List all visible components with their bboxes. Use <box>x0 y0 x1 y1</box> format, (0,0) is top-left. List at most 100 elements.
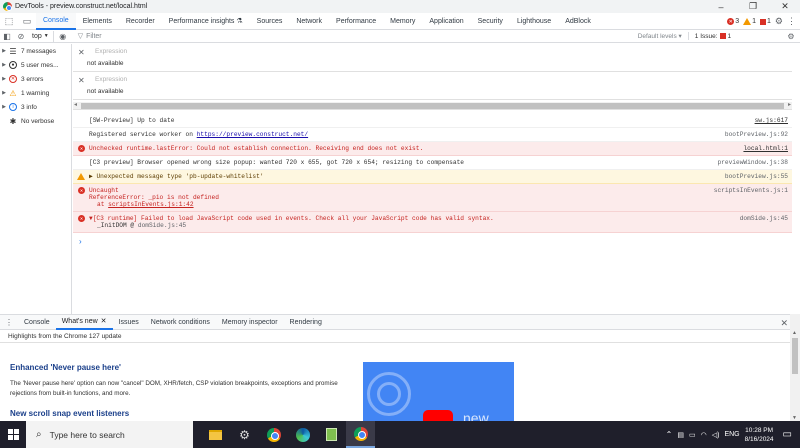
drawer-tab-rendering[interactable]: Rendering <box>284 315 328 330</box>
error-counter[interactable]: ✕ 3 <box>727 18 739 25</box>
tab-sources[interactable]: Sources <box>250 13 290 30</box>
message-source-link[interactable]: scriptsInEvents.js:1 <box>714 187 788 194</box>
tab-memory[interactable]: Memory <box>383 13 422 30</box>
message-source-link[interactable]: domSide.js:45 <box>740 215 788 222</box>
clear-console-icon[interactable]: ⊘ <box>14 30 28 43</box>
live-expression[interactable]: ✕ Expression not available <box>73 44 792 72</box>
tab-lighthouse[interactable]: Lighthouse <box>510 13 558 30</box>
message-source-link[interactable]: bootPreview.js:55 <box>725 173 788 180</box>
message-source-link[interactable]: local.html:1 <box>743 145 788 152</box>
start-button[interactable] <box>0 421 26 448</box>
drawer-tab-memory-inspector[interactable]: Memory inspector <box>216 315 284 330</box>
live-expression-eye-icon[interactable]: ◉ <box>54 30 72 43</box>
message-source-link[interactable]: sw.js:617 <box>755 117 788 124</box>
battery-icon[interactable]: ▭ <box>689 431 696 439</box>
minimize-button[interactable]: – <box>706 0 736 13</box>
tab-adblock[interactable]: AdBlock <box>558 13 598 30</box>
tab-recorder[interactable]: Recorder <box>119 13 162 30</box>
inspect-element-icon[interactable]: ⬚ <box>0 13 18 30</box>
sidebar-item-user-messages[interactable]: ▶ ● 5 user mes... <box>0 58 71 72</box>
settings-gear-icon[interactable]: ⚙ <box>775 16 783 27</box>
tab-network[interactable]: Network <box>289 13 329 30</box>
notepad-icon[interactable] <box>317 421 346 448</box>
sidebar-item-info[interactable]: ▶ i 3 info <box>0 100 71 114</box>
issue-flag-icon <box>760 18 767 25</box>
console-message: [SW-Preview] Up to date sw.js:617 <box>73 114 792 128</box>
stack-link[interactable]: scriptsInEvents.js:1:42 <box>108 201 193 208</box>
console-prompt[interactable]: › <box>73 233 792 250</box>
file-explorer-icon[interactable] <box>201 421 230 448</box>
scroll-left-icon[interactable]: ◂ <box>74 101 77 108</box>
settings-icon[interactable]: ⚙ <box>230 421 259 448</box>
chevron-up-icon[interactable]: ⌃ <box>666 430 673 439</box>
console-error-message: ✕ Unchecked runtime.lastError: Could not… <box>73 142 792 156</box>
whats-new-video-thumbnail[interactable]: new <box>363 362 514 421</box>
console-error-message[interactable]: ✕ ▼[C3 runtime] Failed to load JavaScrip… <box>73 212 792 233</box>
clock[interactable]: 10:28 PM 8/16/2024 <box>745 426 774 444</box>
drawer-tab-console[interactable]: Console <box>18 315 56 330</box>
search-placeholder: Type here to search <box>49 429 125 440</box>
volume-icon[interactable]: ◁) <box>712 431 720 439</box>
edge-icon[interactable] <box>288 421 317 448</box>
drawer-menu-icon[interactable]: ⋮ <box>0 318 18 327</box>
close-tab-icon[interactable]: ✕ <box>101 317 107 325</box>
filter-input[interactable]: ▽ Filter <box>72 32 632 41</box>
chrome-icon[interactable] <box>259 421 288 448</box>
log-levels-dropdown[interactable]: Default levels ▾ <box>632 32 689 40</box>
remove-expression-icon[interactable]: ✕ <box>78 76 85 85</box>
error-icon: ✕ <box>78 187 85 194</box>
tab-console[interactable]: Console <box>36 12 76 30</box>
context-selector[interactable]: top ▼ <box>28 30 54 42</box>
wifi-icon[interactable]: ◠ <box>701 431 707 439</box>
drawer-tab-whats-new[interactable]: What's new ✕ <box>55 315 113 330</box>
clock-time: 10:28 PM <box>745 426 773 434</box>
notifications-icon[interactable]: ▭ <box>779 429 796 440</box>
console-warning-message[interactable]: ▶ Unexpected message type 'pb-update-whi… <box>73 170 792 184</box>
device-toolbar-icon[interactable]: ▭ <box>18 13 36 30</box>
scroll-up-icon[interactable]: ▲ <box>792 330 797 336</box>
message-source-link[interactable]: previewWindow.js:38 <box>717 159 788 166</box>
console-settings-icon[interactable]: ⚙ <box>784 30 798 43</box>
tab-performance-insights[interactable]: Performance insights ⚗ <box>162 13 250 30</box>
console-vertical-scrollbar[interactable] <box>792 44 800 314</box>
language-indicator[interactable]: ENG <box>724 431 739 438</box>
decorative-ring <box>377 382 401 406</box>
stack-link[interactable]: domSide.js:45 <box>138 222 186 229</box>
tab-performance[interactable]: Performance <box>329 13 383 30</box>
taskbar-search-box[interactable]: ⌕ Type here to search <box>26 421 193 448</box>
highlights-header: Highlights from the Chrome 127 update <box>0 330 790 343</box>
tab-security[interactable]: Security <box>471 13 510 30</box>
issue-count: 1 <box>767 18 771 25</box>
remove-expression-icon[interactable]: ✕ <box>78 48 85 57</box>
drawer-vertical-scrollbar[interactable]: ▲ ▼ <box>790 314 800 421</box>
warning-counter[interactable]: 1 <box>743 18 756 25</box>
sidebar-toggle-icon[interactable]: ◧ <box>0 30 14 43</box>
message-text: [SW-Preview] Up to date <box>89 117 175 124</box>
close-drawer-icon[interactable]: ✕ <box>780 315 788 331</box>
horizontal-scrollbar[interactable]: ◂ ▸ <box>73 102 792 110</box>
sidebar-item-warnings[interactable]: ▶ ⚠ 1 warning <box>0 86 71 100</box>
sidebar-item-verbose[interactable]: ✱ No verbose <box>0 114 71 128</box>
drawer-tab-network-conditions[interactable]: Network conditions <box>145 315 216 330</box>
scroll-right-icon[interactable]: ▸ <box>788 101 791 108</box>
drawer-tab-issues[interactable]: Issues <box>113 315 145 330</box>
sidebar-item-errors[interactable]: ▶ ✕ 3 errors <box>0 72 71 86</box>
sidebar-item-messages[interactable]: ▶ ☰ 7 messages <box>0 44 71 58</box>
issues-button[interactable]: 1 Issue: 1 <box>689 33 737 40</box>
chrome-icon[interactable] <box>346 421 375 448</box>
issue-counter[interactable]: 1 <box>760 18 771 25</box>
scrollbar-thumb[interactable] <box>81 103 784 109</box>
tab-application[interactable]: Application <box>422 13 470 30</box>
more-options-icon[interactable]: ⋮ <box>787 16 796 27</box>
live-expression[interactable]: ✕ Expression not available <box>73 72 792 100</box>
message-text: Uncaught <box>89 187 119 194</box>
network-icon[interactable]: ▤ <box>677 431 684 439</box>
restore-button[interactable]: ❐ <box>738 0 768 13</box>
message-url-link[interactable]: https://preview.construct.net/ <box>197 131 308 138</box>
youtube-play-icon[interactable] <box>423 410 453 421</box>
expand-arrow-icon: ▶ <box>2 104 6 110</box>
scrollbar-thumb[interactable] <box>792 338 798 374</box>
close-window-button[interactable]: ✕ <box>770 0 800 13</box>
tab-elements[interactable]: Elements <box>76 13 119 30</box>
message-source-link[interactable]: bootPreview.js:92 <box>725 131 788 138</box>
